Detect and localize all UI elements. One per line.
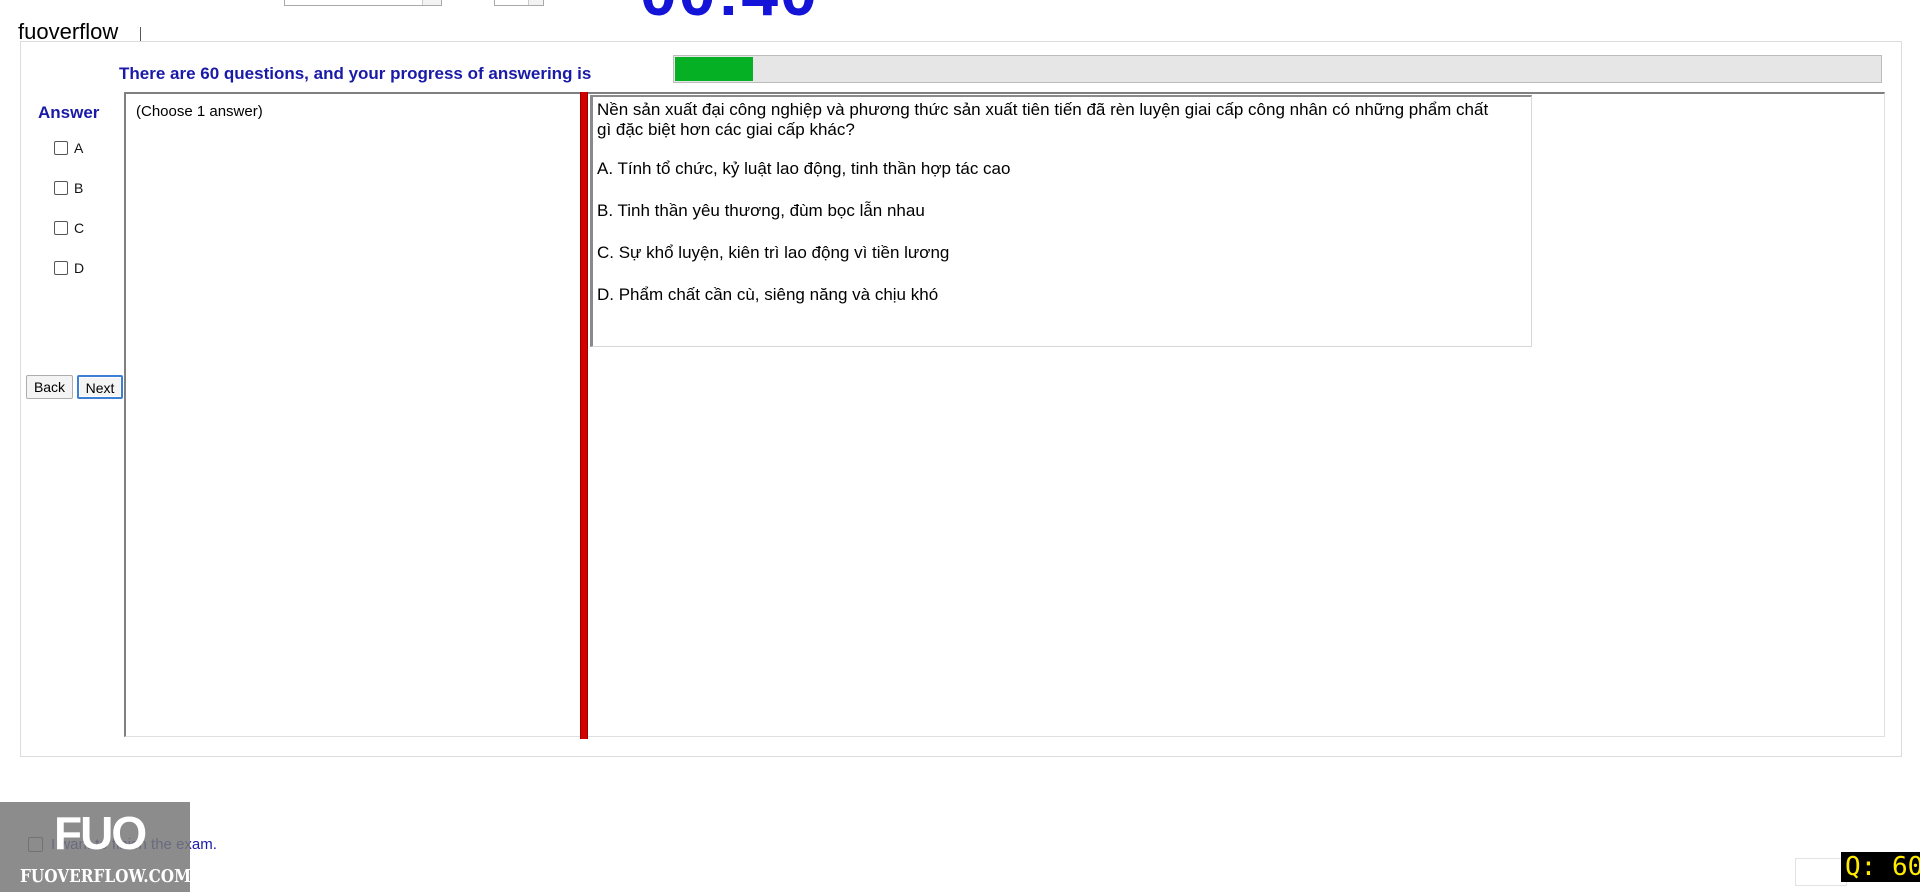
combo-dropdown-button[interactable]	[422, 0, 441, 5]
answer-option-a[interactable]: A	[54, 139, 83, 157]
choice-d: D. Phẩm chất cần cù, siêng năng và chịu …	[597, 285, 939, 304]
progress-bar	[673, 55, 1882, 83]
answer-b-label: B	[74, 180, 84, 196]
answer-heading: Answer	[38, 103, 100, 122]
countdown-timer: 00:40	[640, 0, 819, 25]
choice-a: A. Tính tổ chức, kỷ luật lao động, tinh …	[597, 159, 1011, 178]
next-button[interactable]: Next	[77, 375, 123, 399]
panel-splitter[interactable]	[580, 92, 588, 739]
watermark-text: FUOVERFLOW.COM	[20, 866, 192, 887]
font-size-spinner[interactable]	[494, 0, 544, 6]
answer-c-checkbox[interactable]	[54, 221, 68, 235]
small-input-box[interactable]	[1795, 858, 1847, 886]
answer-c-label: C	[74, 220, 85, 236]
answer-d-checkbox[interactable]	[54, 261, 68, 275]
watermark-logo: FUO FUOVERFLOW.COM	[0, 802, 192, 892]
back-button[interactable]: Back	[26, 375, 73, 399]
answer-a-label: A	[74, 140, 84, 156]
answer-option-d[interactable]: D	[54, 259, 84, 277]
question-counter: Q: 60	[1841, 852, 1920, 882]
choose-hint: (Choose 1 answer)	[136, 103, 263, 120]
answer-a-checkbox[interactable]	[54, 141, 68, 155]
answer-b-checkbox[interactable]	[54, 181, 68, 195]
watermark-mark: FUO	[54, 807, 147, 859]
choice-b: B. Tinh thần yêu thương, đùm bọc lẫn nha…	[597, 201, 925, 220]
choice-c: C. Sự khổ luyện, kiên trì lao động vì ti…	[597, 243, 950, 262]
progress-bar-fill	[675, 57, 753, 81]
progress-label: There are 60 questions, and your progres…	[119, 64, 592, 83]
question-text: Nền sản xuất đại công nghiệp và phương t…	[597, 100, 1489, 139]
spinner-button[interactable]	[528, 0, 543, 5]
answer-hint-panel: (Choose 1 answer)	[124, 92, 583, 737]
answer-option-b[interactable]: B	[54, 179, 83, 197]
answer-d-label: D	[74, 260, 85, 276]
answer-option-c[interactable]: C	[54, 219, 84, 237]
exam-code-combo[interactable]	[284, 0, 442, 6]
question-box: Nền sản xuất đại công nghiệp và phương t…	[590, 95, 1532, 347]
